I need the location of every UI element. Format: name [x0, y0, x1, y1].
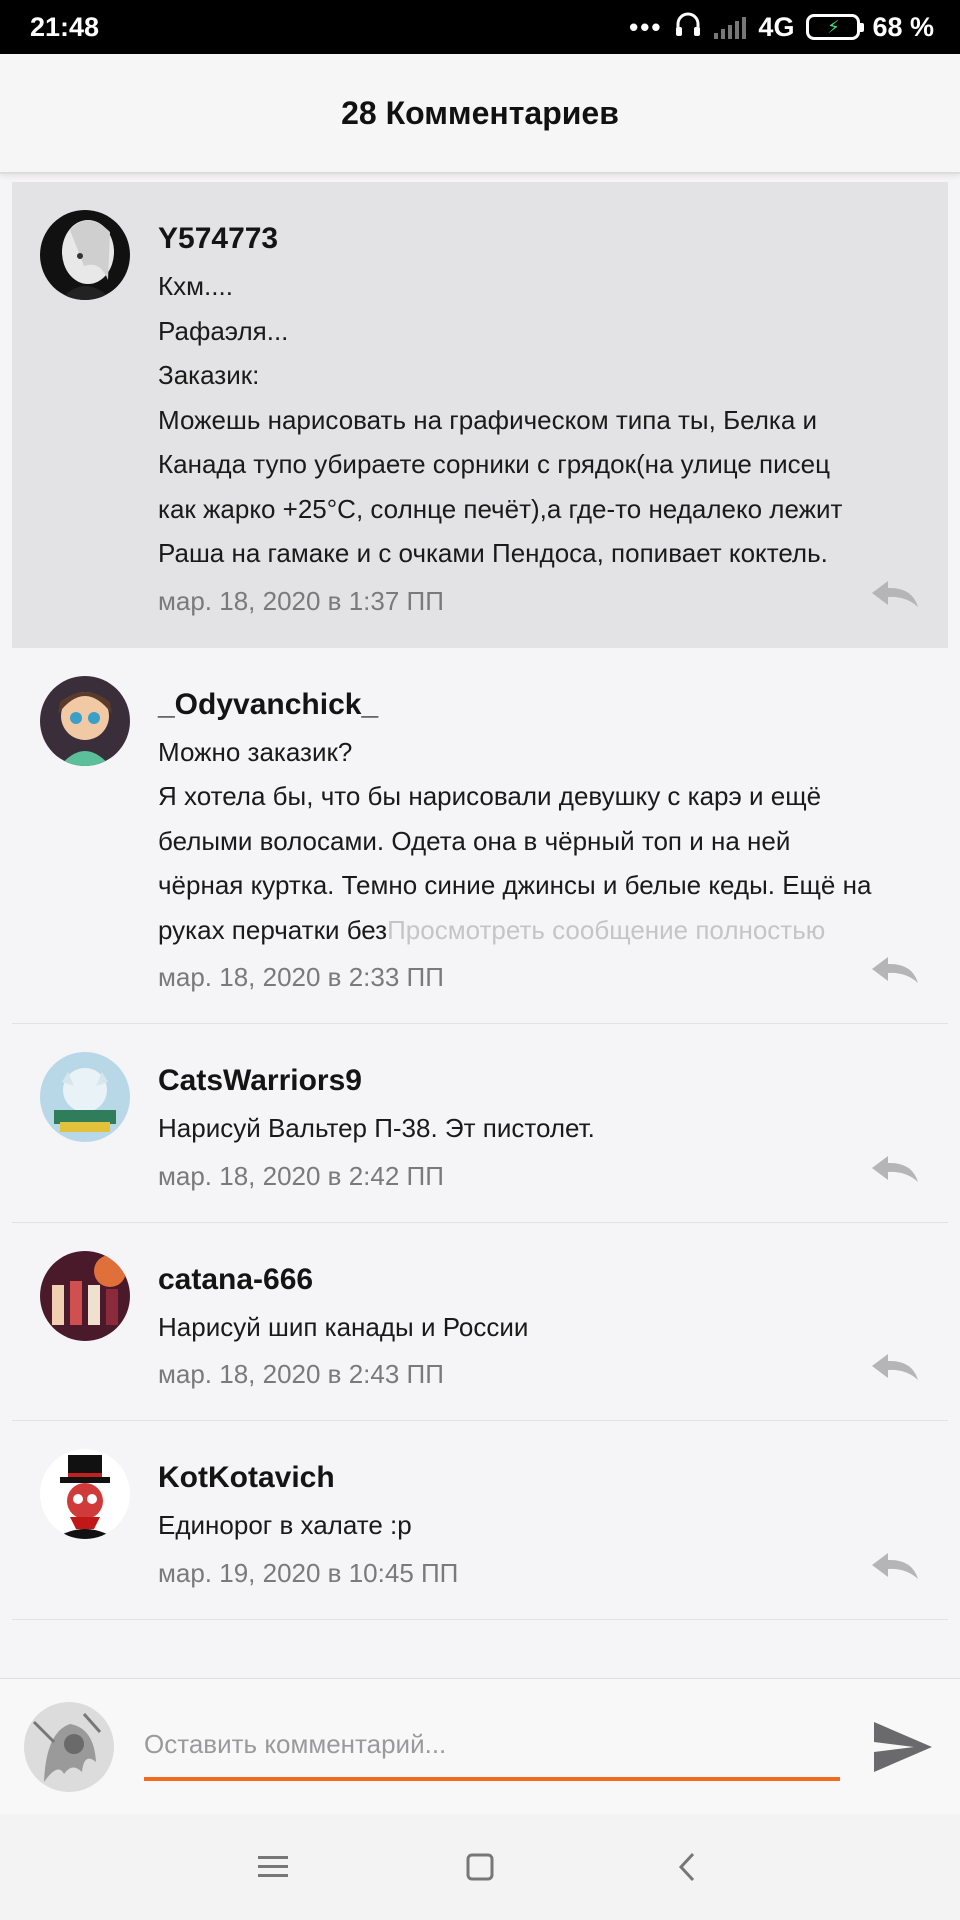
- comment-line: Заказик:: [158, 360, 260, 390]
- comment-line: Нарисуй Вальтер П-38. Эт пистолет.: [158, 1113, 595, 1143]
- comment-author[interactable]: KotKotavich: [158, 1461, 926, 1495]
- comment-line: Кхм....: [158, 271, 233, 301]
- comment-item[interactable]: catana-666 Нарисуй шип канады и России м…: [12, 1223, 948, 1421]
- comment-author[interactable]: catana-666: [158, 1263, 926, 1297]
- comment-line: Единорог в халате :p: [158, 1510, 412, 1540]
- notification-dots-icon: •••: [629, 11, 663, 42]
- comments-header: 28 Комментариев: [0, 54, 960, 174]
- avatar[interactable]: [40, 1052, 130, 1142]
- comment-text: Можно заказик? Я хотела бы, что бы нарис…: [158, 730, 926, 953]
- comment-line: Канада тупо убираете сорники с грядок(на…: [158, 449, 831, 479]
- reply-icon[interactable]: [870, 579, 920, 609]
- comment-text: Нарисуй Вальтер П-38. Эт пистолет.: [158, 1106, 926, 1151]
- comment-text: Кхм.... Рафаэля... Заказик: Можешь нарис…: [158, 264, 926, 576]
- comment-item[interactable]: KotKotavich Единорог в халате :p мар. 19…: [12, 1421, 948, 1620]
- comment-input[interactable]: [144, 1714, 840, 1775]
- home-icon[interactable]: [450, 1837, 510, 1897]
- comment-author[interactable]: Y574773: [158, 222, 926, 256]
- comment-input-wrapper: [144, 1707, 840, 1787]
- view-full-message-link[interactable]: Просмотреть сообщение полностью: [387, 915, 825, 945]
- comment-line: Можно заказик?: [158, 736, 353, 767]
- system-nav-bar: [0, 1814, 960, 1920]
- avatar[interactable]: [40, 1449, 130, 1539]
- comment-item[interactable]: _Odyvanchick_ Можно заказик? Я хотела бы…: [12, 648, 948, 1024]
- reply-icon[interactable]: [870, 955, 920, 985]
- signal-icon: [714, 15, 747, 39]
- status-icons: ••• 4G ⚡ 68 %: [629, 10, 934, 45]
- avatar[interactable]: [40, 675, 130, 766]
- comment-line: белыми волосами. Одета она в чёрный топ …: [158, 825, 791, 856]
- comment-composer: [0, 1678, 960, 1814]
- menu-icon[interactable]: [243, 1837, 303, 1897]
- comment-line: Я хотела бы, что бы нарисовали девушку с…: [158, 781, 822, 811]
- comment-date: мар. 19, 2020 в 10:45 ПП: [158, 1557, 459, 1588]
- reply-icon[interactable]: [870, 1352, 920, 1382]
- comments-list[interactable]: Y574773 Кхм.... Рафаэля... Заказик: Може…: [12, 182, 948, 1678]
- battery-charging-icon: ⚡: [806, 14, 865, 40]
- comment-item[interactable]: Y574773 Кхм.... Рафаэля... Заказик: Може…: [12, 182, 948, 648]
- reply-icon[interactable]: [870, 1551, 920, 1581]
- comment-line: Можешь нарисовать на графическом типа ты…: [158, 404, 818, 435]
- send-icon[interactable]: [870, 1714, 936, 1780]
- comment-date: мар. 18, 2020 в 1:37 ПП: [158, 585, 444, 616]
- input-underline: [144, 1776, 840, 1781]
- status-bar: 21:48 ••• 4G ⚡ 68 %: [0, 0, 960, 54]
- avatar[interactable]: [40, 210, 130, 300]
- status-time: 21:48: [30, 11, 100, 42]
- avatar[interactable]: [40, 1250, 130, 1341]
- comment-author[interactable]: CatsWarriors9: [158, 1064, 926, 1098]
- comment-line: чёрная куртка. Темно синие джинсы и белы…: [158, 870, 872, 900]
- comment-line: Раша на гамаке и с очками Пендоса, попив…: [158, 538, 828, 568]
- comment-line: Нарисуй шип канады и России: [158, 1311, 529, 1342]
- comment-text: Единорог в халате :p: [158, 1503, 926, 1548]
- comment-author[interactable]: _Odyvanchick_: [158, 688, 926, 722]
- comment-line-truncated: руках перчатки безПросмотреть сообщение …: [158, 908, 926, 953]
- network-type: 4G: [758, 11, 795, 42]
- comment-date: мар. 18, 2020 в 2:42 ПП: [158, 1160, 444, 1191]
- comment-line: Рафаэля...: [158, 315, 289, 346]
- comment-date: мар. 18, 2020 в 2:33 ПП: [158, 962, 444, 992]
- back-icon[interactable]: [657, 1837, 717, 1897]
- page-title: 28 Комментариев: [341, 94, 619, 131]
- current-user-avatar[interactable]: [24, 1701, 114, 1792]
- reply-icon[interactable]: [870, 1154, 920, 1184]
- comment-line: как жарко +25°C, солнце печёт),а где-то …: [158, 493, 843, 524]
- headphones-icon: [674, 10, 702, 45]
- comment-date: мар. 18, 2020 в 2:43 ПП: [158, 1359, 444, 1389]
- comment-line: руках перчатки без: [158, 914, 388, 945]
- battery-level: 68 %: [872, 11, 934, 42]
- comment-item[interactable]: CatsWarriors9 Нарисуй Вальтер П-38. Эт п…: [12, 1024, 948, 1223]
- comment-text: Нарисуй шип канады и России: [158, 1305, 926, 1350]
